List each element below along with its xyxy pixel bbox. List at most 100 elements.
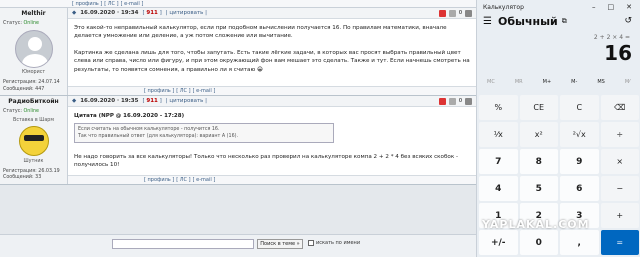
- profile-link[interactable]: [ профиль ]: [144, 88, 174, 94]
- profile-link[interactable]: [ профиль ]: [144, 177, 174, 183]
- quote-button[interactable]: цитировать: [169, 10, 203, 16]
- rate-icon[interactable]: [448, 97, 456, 105]
- post-num[interactable]: 911: [146, 98, 157, 104]
- mplus-button[interactable]: M+: [543, 79, 552, 89]
- author-panel: Melthir Статус: Online Юморист Регистрац…: [0, 8, 68, 96]
- pm-link[interactable]: [ ЛС ]: [176, 88, 190, 94]
- memory-row: MC MR M+ M- MS M⁄: [477, 79, 640, 89]
- keep-on-top-icon[interactable]: ⧉: [562, 17, 567, 26]
- minus-key[interactable]: −: [600, 176, 639, 201]
- pre-title: Вставка в Шарм: [13, 117, 54, 123]
- close-icon[interactable]: ✕: [626, 3, 632, 11]
- search-input[interactable]: [112, 239, 254, 249]
- ms-button[interactable]: MS: [597, 79, 605, 89]
- quote-wrap: | цитировать |: [165, 98, 207, 105]
- key-6[interactable]: 6: [560, 176, 599, 201]
- plus-icon[interactable]: [465, 9, 472, 17]
- key-4[interactable]: 4: [479, 176, 518, 201]
- quote-wrap: | цитировать |: [165, 10, 207, 16]
- bullet-icon: ◆: [72, 10, 77, 16]
- plus-key[interactable]: +: [600, 203, 639, 228]
- search-footer: Поиск в теме » искать по имени: [0, 234, 476, 257]
- pm-link[interactable]: [ ЛС ]: [104, 1, 118, 7]
- divide-key[interactable]: ÷: [600, 122, 639, 147]
- user-rank: Шутник: [23, 158, 44, 164]
- decimal-key[interactable]: ,: [560, 230, 599, 255]
- history-icon[interactable]: ↺: [624, 16, 640, 26]
- forum-pane: [ профиль ] [ ЛС ] [ e-mail ] Melthir Ст…: [0, 0, 476, 257]
- calc-mode-bar: ☰ Обычный ⧉ ↺: [477, 14, 640, 28]
- key-0[interactable]: 0: [519, 230, 558, 255]
- pm-link[interactable]: [ ЛС ]: [176, 177, 190, 183]
- post-tools: 0: [438, 9, 472, 17]
- quote-header: Цитата (NPP @ 16.09.2020 - 17:28): [74, 113, 185, 120]
- plus-icon[interactable]: [465, 97, 472, 105]
- quote-line-1: Если считать на обычном калькуляторе - п…: [78, 126, 220, 132]
- status-line: Статус: Online: [3, 109, 64, 115]
- post-text: Не надо говорить за все калькуляторы! То…: [74, 154, 459, 169]
- key-7[interactable]: 7: [479, 149, 518, 174]
- top-links-bar: [ профиль ] [ ЛС ] [ e-mail ]: [0, 0, 476, 8]
- key-5[interactable]: 5: [519, 176, 558, 201]
- reciprocal-key[interactable]: ⅟x: [479, 122, 518, 147]
- menu-icon[interactable]: ☰: [483, 16, 492, 27]
- post-footer: [ профиль ] [ ЛС ] [ e-mail ]: [68, 86, 476, 96]
- maximize-icon[interactable]: □: [608, 3, 615, 11]
- email-link[interactable]: [ e-mail ]: [193, 177, 216, 183]
- rating-zero: 0: [458, 10, 462, 16]
- equals-key[interactable]: =: [600, 230, 639, 255]
- checkbox-label: искать по имени: [316, 240, 361, 246]
- c-key[interactable]: C: [560, 95, 599, 120]
- email-link[interactable]: [ e-mail ]: [193, 88, 216, 94]
- post-2: РадиоБиткойн Статус: Online Вставка в Ша…: [0, 96, 476, 185]
- rate-icon[interactable]: [448, 9, 456, 17]
- multiply-key[interactable]: ×: [600, 149, 639, 174]
- status-line: Статус: Online: [3, 21, 64, 27]
- post-1: Melthir Статус: Online Юморист Регистрац…: [0, 8, 476, 97]
- author-panel: РадиоБиткойн Статус: Online Вставка в Ша…: [0, 96, 68, 184]
- post-content: ◆ 16.09.2020 · 19:35 [ 911 ] | цитироват…: [68, 96, 476, 184]
- rating-zero: 0: [458, 98, 462, 105]
- calc-expression: 2 + 2 × 4 =: [593, 34, 630, 41]
- calc-title: Калькулятор: [483, 3, 524, 11]
- watermark: YAPLAKAL.COM: [482, 218, 590, 231]
- checkbox-icon[interactable]: [308, 240, 314, 246]
- calc-titlebar: Калькулятор – □ ✕: [477, 0, 640, 14]
- report-icon[interactable]: [438, 9, 446, 17]
- mc-button[interactable]: MC: [487, 79, 495, 89]
- square-key[interactable]: x²: [519, 122, 558, 147]
- key-9[interactable]: 9: [560, 149, 599, 174]
- ce-key[interactable]: CE: [519, 95, 558, 120]
- status-online: Online: [23, 21, 39, 26]
- email-link[interactable]: [ e-mail ]: [121, 1, 144, 7]
- reg-date: Регистрация: 24.07.14: [3, 80, 60, 86]
- post-date: 16.09.2020 · 19:34: [80, 10, 139, 16]
- calc-display: 16: [604, 41, 632, 65]
- minimize-icon[interactable]: –: [592, 3, 596, 11]
- bullet-icon: ◆: [72, 98, 77, 105]
- keypad: % CE C ⌫ ⅟x x² ²√x ÷ 7 8 9 × 4 5 6 − 1 2…: [479, 95, 639, 255]
- search-button[interactable]: Поиск в теме »: [257, 239, 303, 249]
- status-label: Статус:: [3, 109, 22, 115]
- negate-key[interactable]: +/-: [479, 230, 518, 255]
- backspace-key[interactable]: ⌫: [600, 95, 639, 120]
- profile-link[interactable]: [ профиль ]: [72, 1, 102, 7]
- post-date: 16.09.2020 · 19:35: [80, 98, 139, 105]
- search-by-name[interactable]: искать по имени: [308, 240, 360, 246]
- key-8[interactable]: 8: [519, 149, 558, 174]
- mr-button[interactable]: MR: [515, 79, 523, 89]
- post-header: ◆ 16.09.2020 · 19:35 [ 911 ] | цитироват…: [68, 96, 476, 108]
- mlist-button[interactable]: M⁄: [625, 79, 630, 89]
- mminus-button[interactable]: M-: [571, 79, 577, 89]
- report-icon[interactable]: [438, 97, 446, 105]
- post-num-wrap: [ 911 ]: [142, 98, 162, 105]
- quote-button[interactable]: цитировать: [169, 98, 203, 104]
- avatar: [14, 30, 53, 69]
- post-num[interactable]: 911: [146, 10, 157, 16]
- sqrt-key[interactable]: ²√x: [560, 122, 599, 147]
- post-footer: [ профиль ] [ ЛС ] [ e-mail ]: [68, 174, 476, 184]
- username[interactable]: Melthir: [3, 10, 64, 17]
- percent-key[interactable]: %: [479, 95, 518, 120]
- username[interactable]: РадиоБиткойн: [3, 98, 64, 105]
- post-content: ◆ 16.09.2020 · 19:34 [ 911 ] | цитироват…: [68, 8, 476, 96]
